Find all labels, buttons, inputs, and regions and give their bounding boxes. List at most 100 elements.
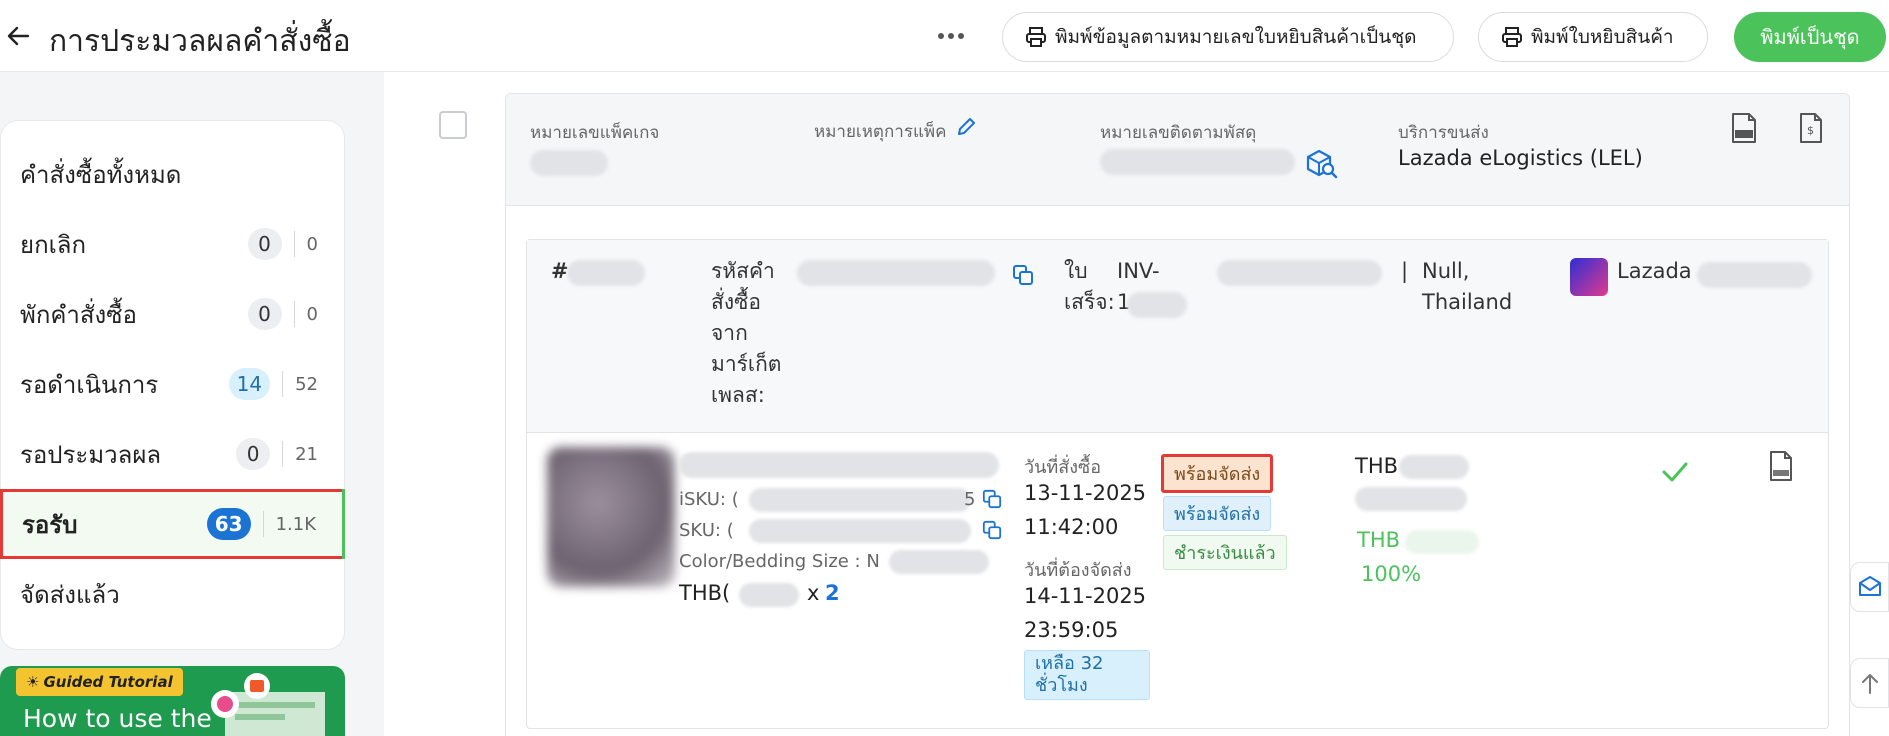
ship-by-label: วันที่ต้องจัดส่ง [1024,560,1132,581]
sidebar-item-label: ยกเลิก [20,230,87,259]
guided-tutorial-banner[interactable]: ☀ Guided Tutorial How to use the [0,666,345,736]
product-image [547,447,675,587]
sidebar-item-label: พักคำสั่งซื้อ [20,300,137,329]
tracking-search-icon[interactable] [1304,147,1338,179]
sidebar-item-awaiting-pickup[interactable]: รอรับ 63 1.1K [0,489,345,559]
invoice-extra-redacted [1217,260,1382,286]
count-badge: 14 [228,368,271,400]
sidebar-item-processing[interactable]: รอประมวลผล 0 21 [1,419,344,489]
sidebar-item-shipped[interactable]: จัดส่งแล้ว [1,559,344,629]
paid-amount-redacted [1405,530,1479,554]
variant-label: Color/Bedding Size : N [679,551,880,572]
order-status-sidebar: คำสั่งซื้อทั้งหมด ยกเลิก 0 0 พักคำสั่งซื… [0,120,345,650]
arrow-up-icon [1861,674,1878,694]
printer-icon [1026,27,1046,47]
count-group: 0 0 [247,228,318,260]
select-package-checkbox[interactable] [439,111,467,139]
invoice-number-redacted [1127,292,1187,318]
shipping-address: Null, Thailand [1422,259,1513,314]
invoice-document-icon[interactable]: $ [1797,112,1825,144]
count-group: 14 52 [228,368,318,400]
count-group: 63 1.1K [206,508,316,540]
more-options-icon[interactable] [935,22,967,50]
divider [282,371,284,397]
price-prefix: THB( [679,581,731,605]
tutorial-badge: ☀ Guided Tutorial [16,668,183,696]
edit-pencil-icon[interactable] [955,116,977,138]
ship-by-date: 14-11-2025 [1024,584,1147,608]
tutorial-badge-label: Guided Tutorial [43,673,173,691]
copy-icon[interactable] [982,489,1002,509]
paid-percent: 100% [1361,562,1422,586]
back-arrow-icon[interactable] [4,22,32,50]
shop-name-redacted [1697,262,1812,288]
total-count: 1.1K [275,513,316,535]
invoice-prefix: INV- [1117,259,1160,283]
divider [262,511,264,537]
order-detail: # รหัสคำสั่งซื้อจากมาร์เก็ตเพลส: ใบเสร็จ… [526,239,1829,729]
tracking-label: หมายเลขติดตามพัสดุ [1100,123,1257,143]
payment-status-badge: ชำระเงินแล้ว [1163,535,1287,570]
print-bulk-by-slip-button[interactable]: พิมพ์ข้อมูลตามหมายเลขใบหยิบสินค้าเป็นชุด [1002,12,1454,62]
sidebar-item-cancelled[interactable]: ยกเลิก 0 0 [1,209,344,279]
order-header: # รหัสคำสั่งซื้อจากมาร์เก็ตเพลส: ใบเสร็จ… [527,240,1828,433]
order-time: 11:42:00 [1024,515,1119,539]
print-batch-button[interactable]: พิมพ์เป็นชุด [1734,12,1886,62]
remaining-time-line2: ชั่วโมง [1035,675,1088,696]
order-date-label: วันที่สั่งซื้อ [1024,457,1102,478]
sku-redacted [749,519,971,543]
sidebar-item-all[interactable]: คำสั่งซื้อทั้งหมด [1,139,344,209]
sidebar-item-label: จัดส่งแล้ว [20,580,120,609]
package-header: หมายเลขแพ็คเกจ หมายเหตุการแพ็ค หมายเลขติ… [506,94,1849,206]
shipping-value: Lazada eLogistics (LEL) [1398,146,1643,170]
remaining-time-line1: เหลือ 32 [1035,653,1104,674]
receipt-label: ใบเสร็จ: [1064,259,1115,314]
total-count: 0 [306,233,318,255]
isku-redacted [749,488,971,512]
product-name-redacted [679,452,999,478]
copy-icon[interactable] [1012,264,1034,286]
shipping-label-document-icon[interactable] [1767,450,1795,482]
sidebar-item-label: รอประมวลผล [20,440,162,469]
awb-document-icon[interactable] [1729,112,1759,144]
isku-tail: 5 [964,489,976,510]
shipping-label: บริการขนส่ง [1398,123,1489,143]
count-badge: 0 [247,298,282,330]
sidebar-item-label: รอรับ [22,510,78,539]
package-no-value-redacted [530,150,608,176]
package-no-label: หมายเลขแพ็คเกจ [530,123,660,143]
tutorial-text: How to use the [23,704,212,733]
sku-label: SKU: ( [679,520,734,541]
marketplace-id-label: รหัสคำสั่งซื้อจากมาร์เก็ตเพลส: [711,259,782,407]
sidebar-item-label: คำสั่งซื้อทั้งหมด [20,160,182,189]
message-float-button[interactable] [1850,562,1889,612]
order-processing-screen: การประมวลผลคำสั่งซื้อ พิมพ์ข้อมูลตามหมาย… [0,0,1889,736]
page-title: การประมวลผลคำสั่งซื้อ [49,24,351,59]
ship-by-time: 23:59:05 [1024,618,1119,642]
print-picking-slip-button[interactable]: พิมพ์ใบหยิบสินค้า [1478,12,1708,62]
order-number-redacted [567,260,645,286]
check-icon [1662,462,1688,482]
amount-line2-redacted [1355,487,1467,511]
count-group: 0 21 [236,438,318,470]
divider [293,301,295,327]
order-date: 13-11-2025 [1024,481,1147,505]
printer-icon [1502,27,1522,47]
lightbulb-icon: ☀ [26,673,40,691]
count-badge: 63 [206,508,251,540]
isku-label: iSKU: ( [679,489,739,510]
copy-icon[interactable] [982,520,1002,540]
scroll-to-top-button[interactable] [1850,658,1889,708]
sidebar-item-on-hold[interactable]: พักคำสั่งซื้อ 0 0 [1,279,344,349]
separator: | [1401,259,1409,283]
amount-currency: THB [1355,454,1399,478]
count-group: 0 0 [247,298,318,330]
divider [293,231,295,257]
tracking-value-redacted [1100,149,1295,175]
divider [282,441,284,467]
total-count: 52 [295,373,318,395]
sidebar-item-pending[interactable]: รอดำเนินการ 14 52 [1,349,344,419]
svg-text:$: $ [1807,124,1814,137]
top-header: การประมวลผลคำสั่งซื้อ พิมพ์ข้อมูลตามหมาย… [0,0,1889,72]
status-ready-badge: พร้อมจัดส่ง [1163,496,1272,531]
